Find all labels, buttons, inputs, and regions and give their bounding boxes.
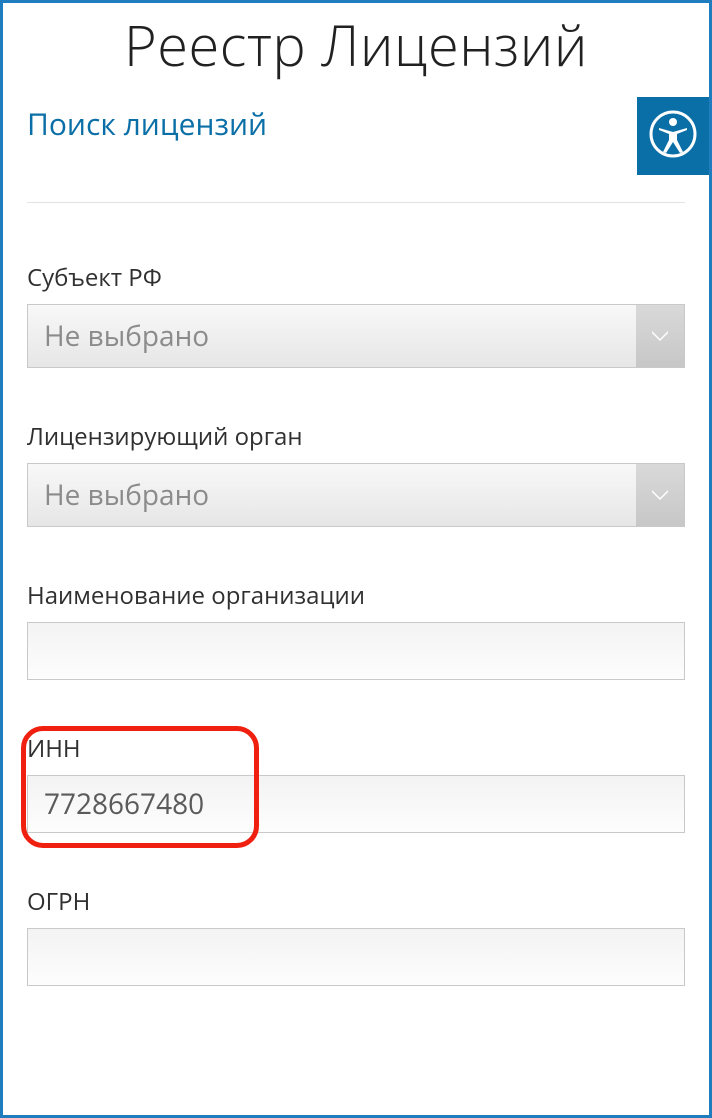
ogrn-label: ОГРН [27, 885, 685, 918]
accessibility-icon [649, 110, 697, 163]
accessibility-button[interactable] [637, 97, 709, 175]
page-title: Реестр Лицензий [27, 7, 685, 83]
subject-label: Субъект РФ [27, 261, 685, 294]
chevron-down-icon [636, 464, 684, 526]
orgname-input[interactable] [27, 622, 685, 680]
authority-label: Лицензирующий орган [27, 420, 685, 453]
subject-select[interactable]: Не выбрано [27, 304, 685, 368]
search-subtitle: Поиск лицензий [27, 103, 685, 144]
authority-select-value: Не выбрано [28, 476, 636, 514]
inn-input[interactable] [27, 775, 685, 833]
authority-select[interactable]: Не выбрано [27, 463, 685, 527]
orgname-label: Наименование организации [27, 579, 685, 612]
subject-select-value: Не выбрано [28, 317, 636, 355]
inn-label: ИНН [27, 732, 685, 765]
ogrn-input[interactable] [27, 928, 685, 986]
divider [27, 202, 685, 203]
chevron-down-icon [636, 305, 684, 367]
